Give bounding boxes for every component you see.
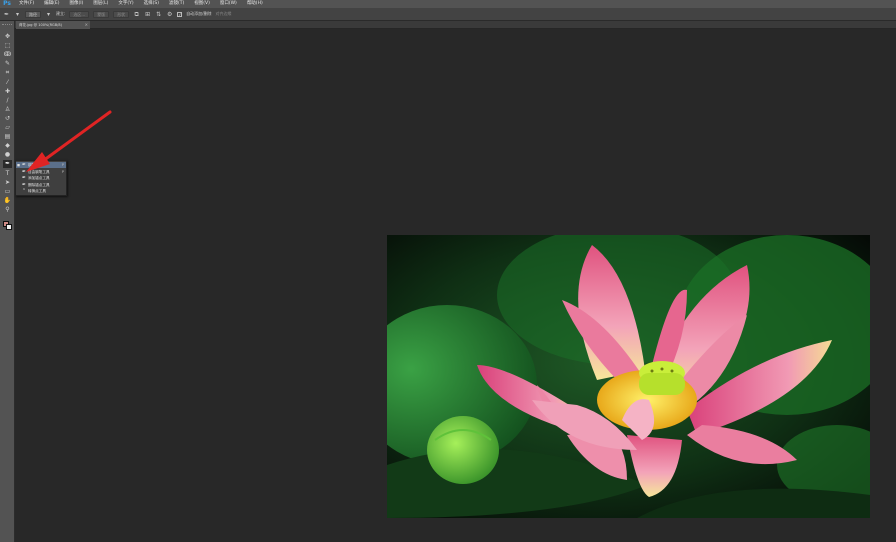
flyout-item-label: 添加锚点工具 [28, 176, 50, 180]
gradient-tool-icon[interactable]: ▤ [3, 133, 12, 141]
flyout-item-shortcut: P [61, 169, 64, 174]
path-selection-tool-icon[interactable]: ➤ [3, 179, 12, 187]
eyedropper-tool-icon[interactable]: ⁄ [3, 79, 12, 87]
lotus-image [387, 235, 870, 518]
path-alignment-icon[interactable]: ⊞ [144, 11, 151, 18]
path-operations-icon[interactable]: ⧉ [133, 11, 140, 18]
menu-select[interactable]: 选择(S) [139, 0, 164, 8]
build-label: 建立: [56, 11, 66, 16]
flyout-item-label: 钢笔工具 [28, 163, 43, 167]
pen-tool-flyout-menu: ■ ✒ 钢笔工具 P ✒ 自由钢笔工具 P ✒ 添加锚点工具 ✒ 删除锚点工具 ⌃ 转换点工具 [15, 160, 67, 196]
menu-view[interactable]: 视图(V) [189, 0, 215, 8]
crop-tool-icon[interactable]: ⌗ [3, 69, 12, 77]
add-anchor-point-icon: ✒ [21, 175, 27, 181]
hand-tool-icon[interactable]: ✋ [3, 197, 12, 205]
photoshop-logo: Ps [3, 0, 11, 7]
document-tab[interactable]: 荷花.jpg @ 100%(RGB/8) × [16, 21, 90, 29]
lotus-photo[interactable] [387, 235, 870, 518]
delete-anchor-point-icon: ✒ [21, 181, 27, 188]
make-selection-button[interactable]: 选区... [69, 10, 90, 18]
path-arrangement-icon[interactable]: ⇅ [155, 11, 162, 18]
gear-icon[interactable]: ⚙ [166, 11, 173, 18]
pen-icon: ✒ [21, 162, 27, 168]
convert-point-icon: ⌃ [21, 188, 27, 194]
menu-file[interactable]: 文件(F) [14, 0, 39, 8]
options-bar: ✒ ▾ 路径 ▾ 建立: 选区... 蒙版 形状 ⧉ ⊞ ⇅ ⚙ ✓ 自动添加/… [0, 8, 896, 21]
flyout-item-delete-anchor-point[interactable]: ✒ 删除锚点工具 [16, 182, 66, 188]
document-tab-title: 荷花.jpg @ 100%(RGB/8) [19, 23, 62, 27]
history-brush-tool-icon[interactable]: ↺ [3, 115, 12, 123]
auto-add-delete-label: 自动添加/删除 [186, 11, 212, 16]
selected-marker: ■ [17, 163, 20, 167]
flyout-item-convert-point[interactable]: ⌃ 转换点工具 [16, 188, 66, 194]
rectangle-tool-icon[interactable]: ▭ [3, 188, 12, 196]
align-edges-label[interactable]: 对齐边缘 [216, 11, 232, 17]
flyout-item-add-anchor-point[interactable]: ✒ 添加锚点工具 [16, 175, 66, 181]
menu-layer[interactable]: 图层(L) [88, 0, 113, 8]
menu-image[interactable]: 图像(I) [64, 0, 88, 8]
close-icon[interactable]: × [85, 21, 88, 29]
pen-tool-icon[interactable]: ✒ [3, 160, 12, 169]
chevron-down-icon[interactable]: ▾ [45, 11, 52, 18]
dodge-tool-icon[interactable]: ● [3, 151, 12, 159]
tools-panel: ✥ ⬚ ↂ ✎ ⌗ ⁄ ✚ ∕ ♙ ↺ ▱ ▤ ◆ ● ✒ T ➤ ▭ ✋ ⚲ [0, 21, 15, 542]
brush-tool-icon[interactable]: ∕ [3, 97, 12, 105]
spot-healing-tool-icon[interactable]: ✚ [3, 88, 12, 96]
zoom-tool-icon[interactable]: ⚲ [3, 206, 12, 214]
marquee-tool-icon[interactable]: ⬚ [3, 42, 12, 50]
flyout-item-shortcut: P [61, 163, 64, 167]
flyout-item-freeform-pen[interactable]: ✒ 自由钢笔工具 P [16, 169, 66, 175]
flyout-item-pen[interactable]: ■ ✒ 钢笔工具 P [16, 162, 66, 168]
make-mask-button[interactable]: 蒙版 [93, 10, 110, 18]
menu-bar: Ps 文件(F) 编辑(E) 图像(I) 图层(L) 文字(Y) 选择(S) 滤… [0, 0, 896, 8]
blur-tool-icon[interactable]: ◆ [3, 142, 12, 150]
flyout-item-label: 自由钢笔工具 [28, 169, 50, 174]
quick-selection-tool-icon[interactable]: ✎ [3, 60, 12, 68]
document-tab-bar: 荷花.jpg @ 100%(RGB/8) × [15, 21, 896, 29]
pen-preset-icon[interactable]: ✒ [3, 11, 10, 18]
type-tool-icon[interactable]: T [3, 170, 12, 178]
tool-mode-select[interactable]: 路径 [25, 10, 41, 18]
menu-filter[interactable]: 滤镜(T) [164, 0, 189, 8]
move-tool-icon[interactable]: ✥ [3, 33, 12, 41]
auto-add-delete-checkbox[interactable]: ✓ [177, 11, 183, 17]
clone-stamp-tool-icon[interactable]: ♙ [3, 106, 12, 114]
chevron-down-icon[interactable]: ▾ [14, 11, 21, 18]
menu-edit[interactable]: 编辑(E) [39, 0, 64, 8]
make-shape-button[interactable]: 形状 [113, 10, 130, 18]
flyout-item-label: 转换点工具 [28, 189, 46, 193]
menu-help[interactable]: 帮助(H) [242, 0, 268, 8]
panel-grip[interactable] [2, 24, 12, 26]
lasso-tool-icon[interactable]: ↂ [3, 51, 12, 59]
background-color-swatch[interactable] [6, 224, 12, 230]
menu-type[interactable]: 文字(Y) [113, 0, 138, 8]
menu-window[interactable]: 窗口(W) [215, 0, 242, 8]
eraser-tool-icon[interactable]: ▱ [3, 124, 12, 132]
flyout-item-label: 删除锚点工具 [28, 182, 50, 187]
freeform-pen-icon: ✒ [21, 168, 27, 175]
